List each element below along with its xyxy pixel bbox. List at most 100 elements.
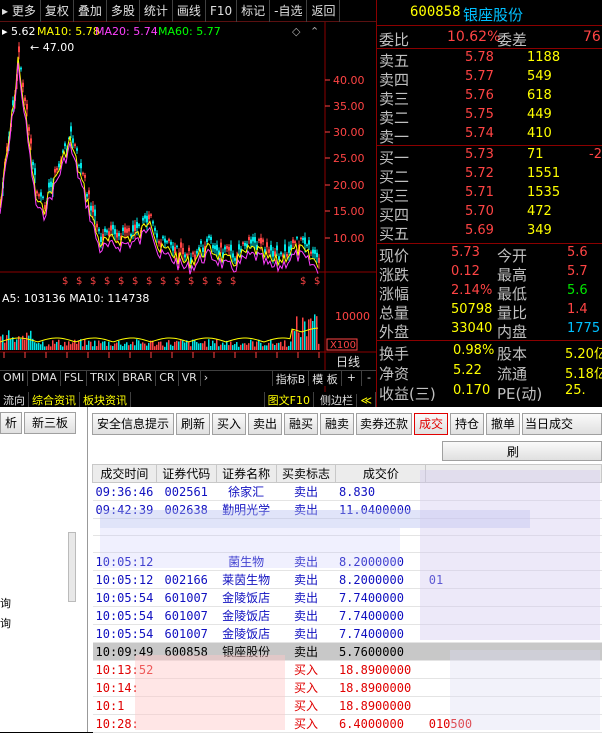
dividend-icon[interactable]: $ <box>90 276 96 287</box>
left-item-1[interactable]: 询 <box>0 595 11 611</box>
left-item-2[interactable]: 询 <box>0 615 11 631</box>
candle-body <box>210 236 212 241</box>
cancel-order-button[interactable]: 撤单 <box>486 413 520 435</box>
dividend-icon[interactable]: $ <box>62 276 68 287</box>
cell-price: 7.7400000 <box>335 606 426 625</box>
volume-bar <box>176 340 178 350</box>
kline-chart[interactable]: ▸ 5.62 MA10: 5.78 MA20: 5.74 MA60: 5.77 … <box>0 22 376 392</box>
volume-bar <box>314 314 316 350</box>
nav-f10[interactable]: 图文F10 <box>263 392 314 407</box>
toolbar-more-button[interactable]: ▸ 更多 <box>0 0 41 22</box>
toolbar-fuquan-button[interactable]: 复权 <box>41 0 74 22</box>
volume-bar <box>50 346 52 350</box>
zoom-in-button[interactable]: + <box>340 371 361 386</box>
tab-fsl[interactable]: FSL <box>61 371 88 386</box>
tab-vr[interactable]: VR <box>179 371 201 386</box>
nav-sidebar[interactable]: 侧边栏 ≪ <box>314 392 376 407</box>
dividend-icon[interactable]: $ <box>76 276 82 287</box>
nav-flow[interactable]: 流向 <box>0 392 29 407</box>
nav-sector-info[interactable]: 板块资讯 <box>80 392 131 407</box>
margin-buy-button[interactable]: 融买 <box>284 413 318 435</box>
dividend-icon[interactable]: $ <box>104 276 110 287</box>
safety-info-button[interactable]: 安全信息提示 <box>92 413 174 435</box>
tab-more-arrow[interactable]: › <box>201 371 211 386</box>
toolbar-multistock-button[interactable]: 多股 <box>107 0 140 22</box>
tab-dma[interactable]: DMA <box>28 371 61 386</box>
positions-button[interactable]: 持仓 <box>450 413 484 435</box>
fund-value-2: 5.18亿 <box>565 367 602 382</box>
sell-repay-button[interactable]: 卖券还款 <box>356 413 412 435</box>
candle-body <box>288 246 290 253</box>
tab-template[interactable]: 模 板 <box>308 371 341 386</box>
stat-row: 涨幅 2.14% 最低 5.6 <box>377 283 602 303</box>
scroll-up-icon[interactable]: ⌃ <box>310 25 319 38</box>
dividend-icon[interactable]: $ <box>146 276 152 287</box>
buy-button[interactable]: 买入 <box>212 413 246 435</box>
toolbar-back-button[interactable]: 返回 <box>307 0 341 22</box>
candle-body <box>208 235 210 238</box>
toolbar-mark-button[interactable]: 标记 <box>237 0 271 22</box>
dividend-icon[interactable]: $ <box>188 276 194 287</box>
toolbar-overlay-button[interactable]: 叠加 <box>74 0 107 22</box>
diamond-icon[interactable]: ◇ <box>292 25 301 38</box>
tab-indicator-b[interactable]: 指标B <box>271 371 309 386</box>
margin-sell-button[interactable]: 融卖 <box>320 413 354 435</box>
zoom-out-button[interactable]: - <box>361 371 376 386</box>
tab-cr[interactable]: CR <box>156 371 179 386</box>
dividend-icon[interactable]: $ <box>216 276 222 287</box>
left-tab-neeq[interactable]: 新三板 <box>24 412 76 434</box>
filled-tab-button[interactable]: 成交 <box>414 413 448 435</box>
col-time[interactable]: 成交时间 <box>92 464 157 483</box>
left-tab-analysis[interactable]: 析 <box>0 412 22 434</box>
volume-bar <box>132 341 134 350</box>
dividend-icon[interactable]: $ <box>174 276 180 287</box>
volume-bar <box>234 344 236 350</box>
today-fills-button[interactable]: 当日成交 <box>522 413 602 435</box>
candle-body <box>280 252 282 255</box>
candle-body <box>54 169 56 173</box>
quote-panel: 600858 银座股份 委比 10.62% 委差 76 卖五 5.78 1188 卖四… <box>376 0 602 407</box>
bid-volume: 1551 <box>527 166 561 181</box>
volume-bar <box>144 343 146 350</box>
sub-refresh-button[interactable]: 刷 <box>442 441 602 461</box>
col-name[interactable]: 证券名称 <box>215 464 277 483</box>
candle-body <box>24 97 26 102</box>
col-side[interactable]: 买卖标志 <box>275 464 337 483</box>
candle-body <box>214 245 216 250</box>
left-scrollbar[interactable] <box>68 532 76 602</box>
volume-bar <box>164 346 166 350</box>
fund-label: 净资 <box>379 365 410 383</box>
cell-code: 601007 <box>156 606 217 625</box>
refresh-button[interactable]: 刷新 <box>176 413 210 435</box>
candle-body <box>262 239 264 243</box>
dividend-icon[interactable]: $ <box>132 276 138 287</box>
candle-body <box>94 209 96 216</box>
sell-button[interactable]: 卖出 <box>248 413 282 435</box>
volume-bar <box>36 343 38 350</box>
toolbar-draw-button[interactable]: 画线 <box>173 0 206 22</box>
toolbar-f10-button[interactable]: F10 <box>206 0 238 22</box>
tab-brar[interactable]: BRAR <box>119 371 157 386</box>
bid-label: 买五 <box>379 225 410 243</box>
volume-bar <box>26 332 28 350</box>
dividend-icon[interactable]: $ <box>314 276 320 287</box>
dividend-icon[interactable]: $ <box>118 276 124 287</box>
bid-price: 5.69 <box>465 223 494 238</box>
left-panel: 析 新三板 询 询 <box>0 407 88 732</box>
candle-body <box>206 238 208 243</box>
col-price[interactable]: 成交价 <box>335 464 427 483</box>
period-label[interactable]: 日线 <box>336 355 360 369</box>
cell-name: 徐家汇 <box>216 482 277 501</box>
dividend-icon[interactable]: $ <box>230 276 236 287</box>
dividend-icon[interactable]: $ <box>160 276 166 287</box>
toolbar-watchlist-button[interactable]: -自选 <box>270 0 308 22</box>
col-code[interactable]: 证券代码 <box>155 464 217 483</box>
tab-omi[interactable]: OMI <box>0 371 29 386</box>
tab-trix[interactable]: TRIX <box>87 371 120 386</box>
volume-bar <box>40 344 42 350</box>
nav-general-info[interactable]: 综合资讯 <box>29 392 80 407</box>
dividend-icon[interactable]: $ <box>300 276 306 287</box>
toolbar-stats-button[interactable]: 统计 <box>140 0 173 22</box>
dividend-icon[interactable]: $ <box>202 276 208 287</box>
candle-body <box>136 222 138 228</box>
